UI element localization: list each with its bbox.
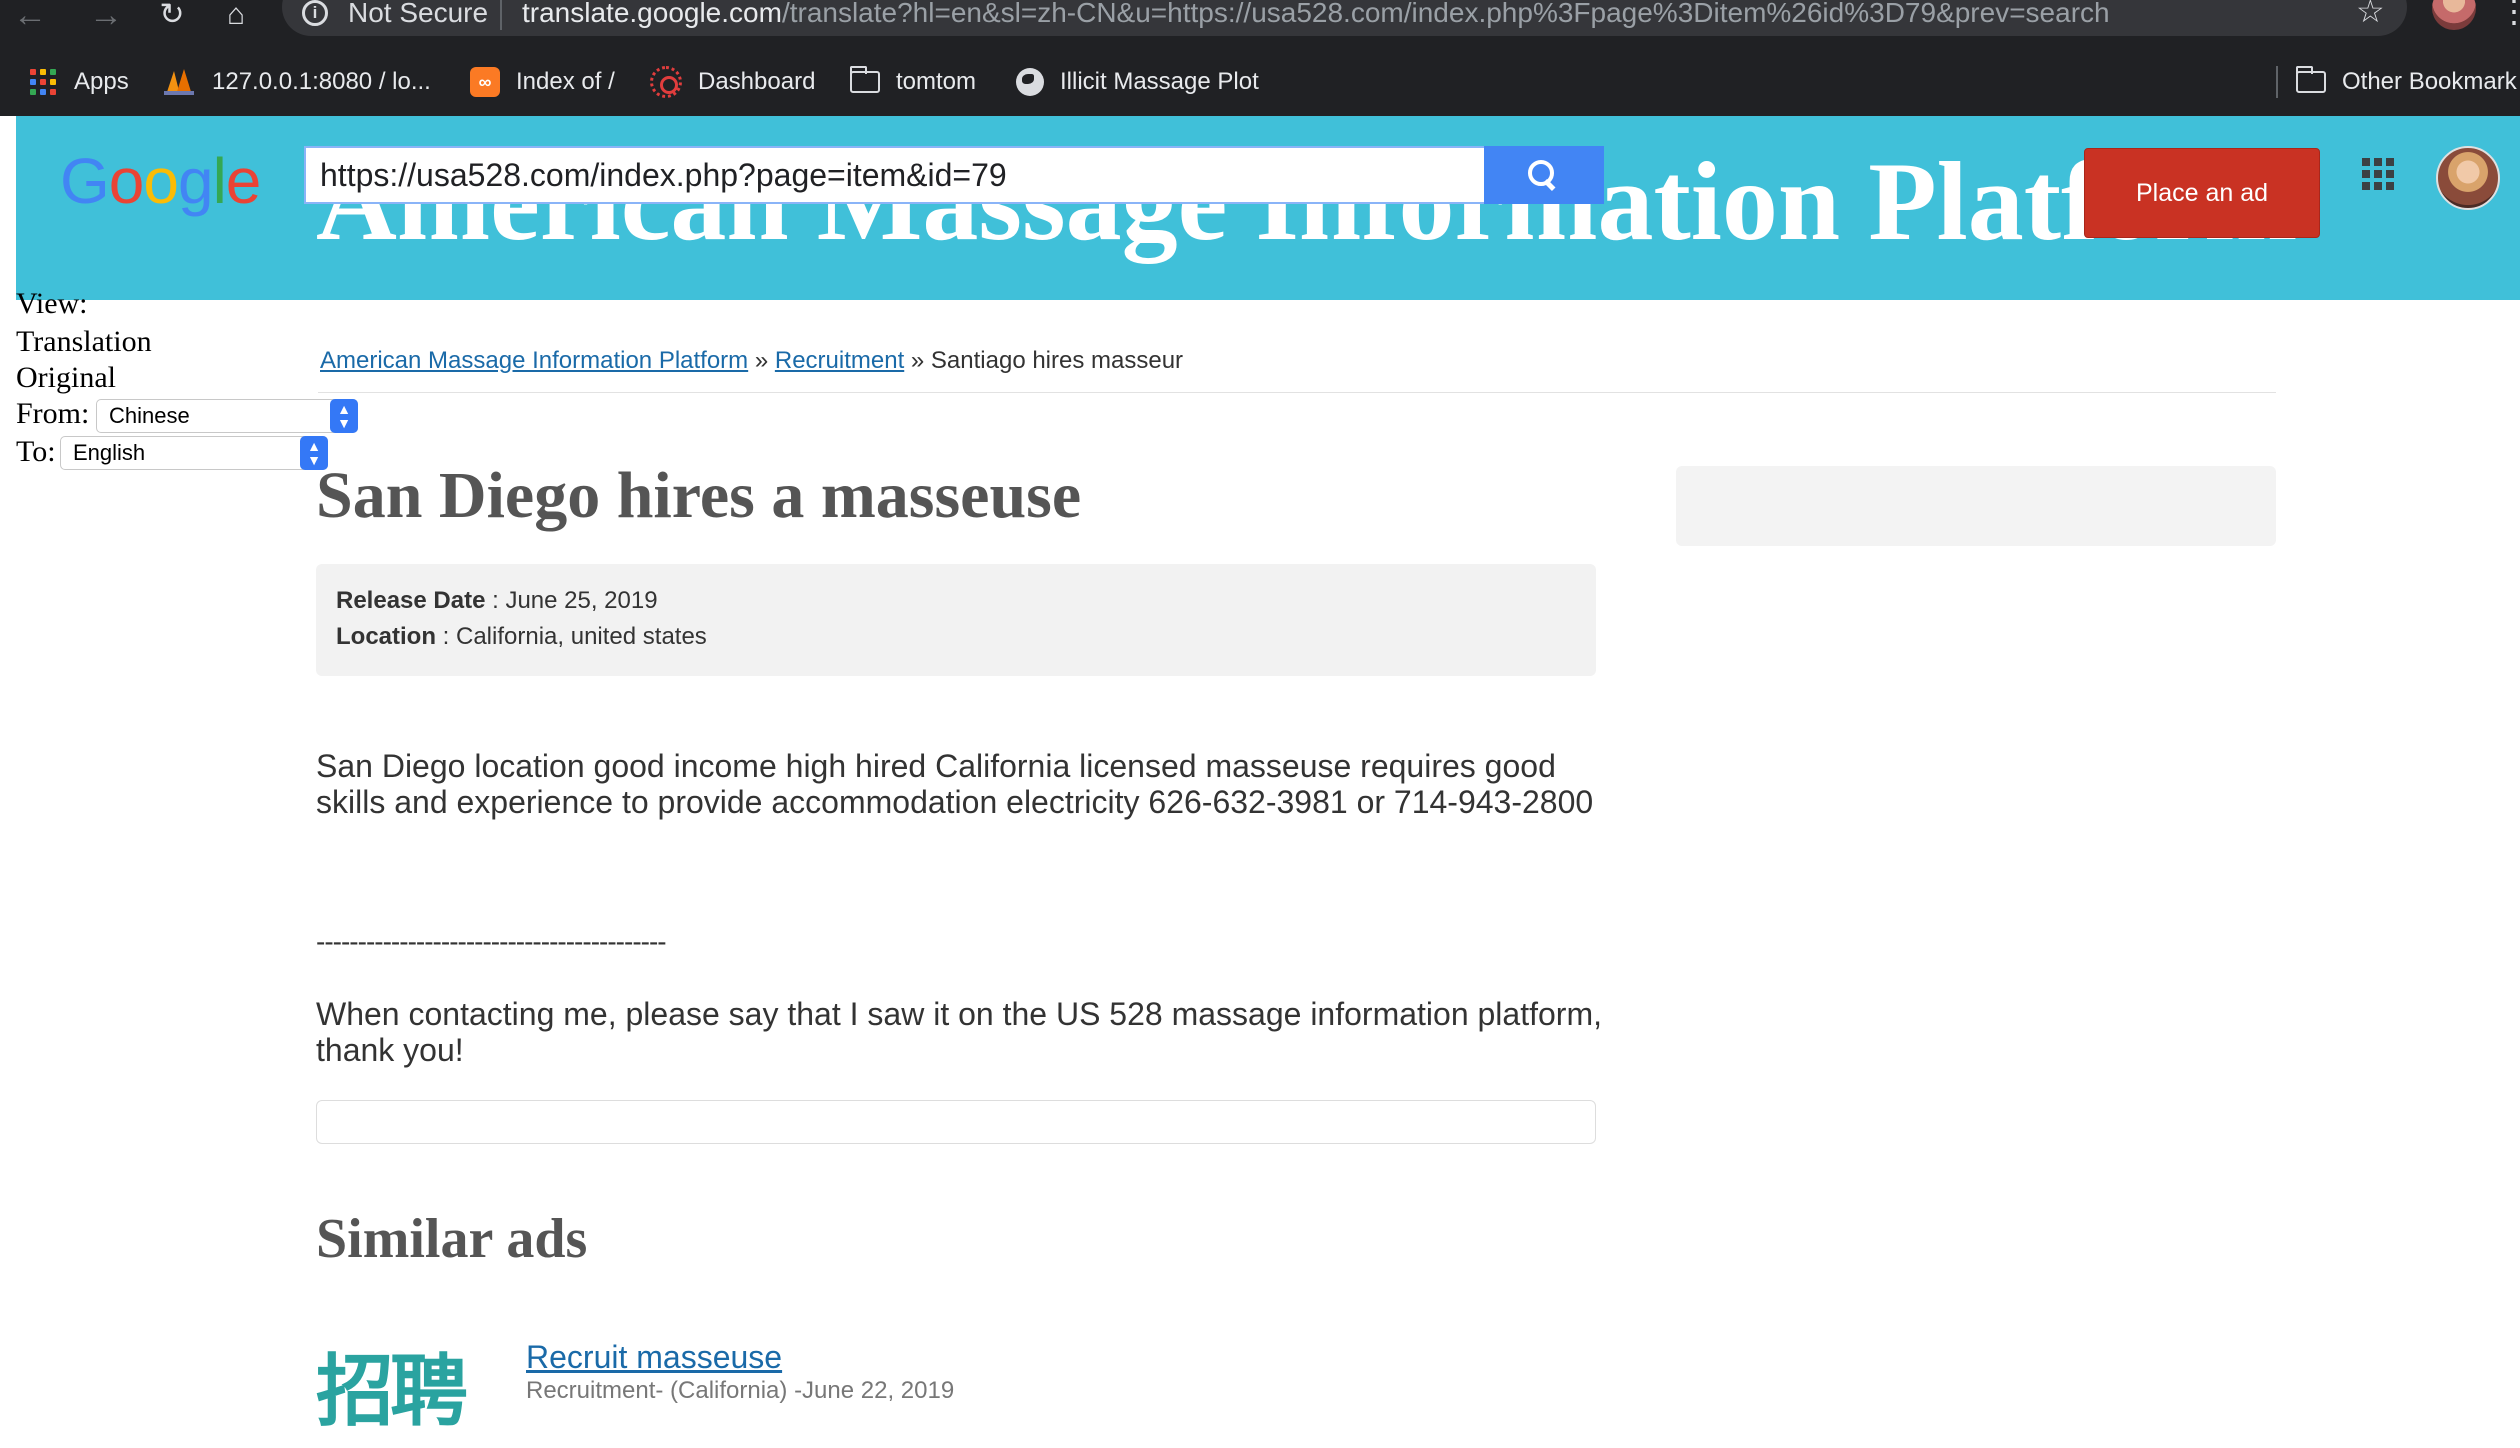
chevron-updown-icon: ▲ ▼	[330, 399, 358, 433]
bookmark-apps[interactable]: Apps	[30, 62, 129, 102]
search-icon	[1528, 160, 1558, 190]
breadcrumb: American Massage Information Platform » …	[320, 346, 1183, 376]
forward-icon[interactable]: →	[86, 0, 126, 34]
original-link[interactable]: Original	[16, 360, 116, 396]
breadcrumb-divider	[318, 392, 2276, 393]
bookmark-label: Dashboard	[698, 68, 816, 95]
breadcrumb-category-link[interactable]: Recruitment	[775, 347, 904, 374]
reload-icon[interactable]: ↻	[152, 0, 192, 34]
folder-icon	[850, 66, 880, 93]
xampp-icon: ∞	[470, 67, 500, 97]
address-url[interactable]: translate.google.com/translate?hl=en&sl=…	[522, 0, 2110, 30]
to-label: To:	[16, 435, 56, 468]
translate-url-input[interactable]	[304, 146, 1502, 204]
back-icon[interactable]: ←	[10, 0, 50, 34]
empty-info-box	[316, 1100, 1596, 1144]
browser-chrome: ← → ↻ ⌂ i Not Secure translate.google.co…	[0, 0, 2520, 116]
bookmark-label: 127.0.0.1:8080 / lo...	[212, 68, 431, 95]
page-title: San Diego hires a masseuse	[316, 459, 1082, 532]
bookmark-divider	[2276, 66, 2278, 98]
text-divider: ----------------------------------------…	[316, 926, 667, 957]
bookmark-index[interactable]: ∞ Index of /	[470, 62, 615, 102]
bookmark-label: tomtom	[896, 68, 977, 95]
google-logo[interactable]: Google	[60, 142, 261, 220]
bookmark-label: Apps	[74, 68, 129, 95]
not-secure-label[interactable]: Not Secure	[348, 0, 488, 30]
bookmark-label: Other Bookmark	[2342, 68, 2517, 95]
from-label: From:	[16, 397, 90, 430]
profile-avatar[interactable]	[2432, 0, 2476, 30]
location-value: : California, united states	[436, 623, 707, 650]
from-language-value: Chinese	[109, 403, 190, 428]
google-apps-icon[interactable]	[2362, 158, 2394, 190]
item-meta-box: Release Date : June 25, 2019 Location : …	[316, 564, 1596, 676]
similar-ad-meta: Recruitment- (California) -June 22, 2019	[526, 1377, 955, 1404]
bookmark-label: Index of /	[516, 68, 615, 95]
release-date-row: Release Date : June 25, 2019	[336, 586, 658, 616]
bookmark-dashboard[interactable]: Dashboard	[650, 62, 815, 102]
folder-icon	[2296, 66, 2326, 93]
bookmark-illicit-massage-plot[interactable]: Illicit Massage Plot	[1016, 62, 1259, 102]
bookmark-label: Illicit Massage Plot	[1060, 68, 1259, 95]
translation-link[interactable]: Translation	[16, 324, 152, 360]
phpmyadmin-icon	[164, 69, 194, 95]
home-icon[interactable]: ⌂	[216, 0, 256, 34]
release-date-value: : June 25, 2019	[485, 587, 658, 614]
view-label: View:	[16, 287, 88, 320]
globe-icon	[1016, 68, 1044, 96]
bookmark-localhost[interactable]: 127.0.0.1:8080 / lo...	[162, 62, 431, 102]
sidebar-panel	[1676, 466, 2276, 546]
url-host: translate.google.com	[522, 0, 782, 28]
place-ad-button[interactable]: Place an ad	[2084, 148, 2320, 238]
info-icon[interactable]: i	[302, 0, 328, 26]
kebab-menu-icon[interactable]: ⋮	[2498, 0, 2520, 28]
canvas-icon	[650, 66, 682, 98]
item-description: San Diego location good income high hire…	[316, 748, 1594, 820]
translate-search-button[interactable]	[1484, 146, 1604, 204]
apps-grid-icon	[30, 69, 56, 95]
release-date-label: Release Date	[336, 587, 486, 614]
similar-ads-heading: Similar ads	[316, 1208, 588, 1270]
breadcrumb-home-link[interactable]: American Massage Information Platform	[320, 347, 748, 374]
contact-note: When contacting me, please say that I sa…	[316, 996, 1602, 1068]
location-row: Location : California, united states	[336, 622, 707, 652]
breadcrumb-current: Santiago hires masseur	[930, 347, 1184, 374]
star-icon[interactable]: ☆	[2356, 0, 2385, 28]
bookmark-tomtom[interactable]: tomtom	[850, 62, 976, 102]
breadcrumb-separator: »	[748, 347, 775, 374]
breadcrumb-separator: »	[904, 347, 931, 374]
to-language-select[interactable]: English ▲ ▼	[60, 436, 328, 470]
to-language-value: English	[73, 440, 146, 465]
avatar[interactable]	[2436, 146, 2500, 210]
bookmark-other[interactable]: Other Bookmark	[2296, 62, 2517, 102]
similar-ad-thumbnail[interactable]: 招聘	[316, 1344, 468, 1440]
similar-ad-link[interactable]: Recruit masseuse	[526, 1338, 782, 1376]
omnibox-divider	[500, 0, 502, 30]
location-label: Location	[336, 623, 436, 650]
url-path: /translate?hl=en&sl=zh-CN&u=https://usa5…	[781, 0, 2110, 28]
translate-bar: American Massage Information Platform Go…	[16, 116, 2520, 300]
from-language-select[interactable]: Chinese ▲ ▼	[96, 399, 358, 433]
